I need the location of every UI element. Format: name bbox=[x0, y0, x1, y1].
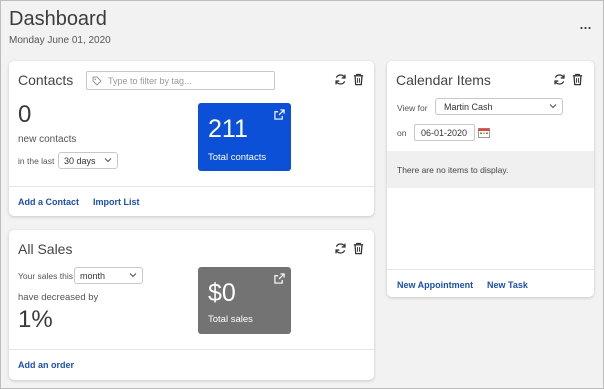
contacts-card: Contacts 0 new contacts in the last 30 d… bbox=[9, 61, 374, 216]
sales-trend-label: have decreased by bbox=[18, 292, 99, 303]
calendar-refresh-button[interactable] bbox=[553, 73, 566, 86]
sales-title: All Sales bbox=[18, 241, 73, 257]
page-title: Dashboard bbox=[9, 8, 107, 30]
trash-icon bbox=[353, 242, 364, 255]
refresh-icon bbox=[335, 243, 346, 254]
contacts-period-select[interactable]: 30 days bbox=[58, 152, 118, 169]
chevron-down-icon bbox=[549, 104, 557, 109]
contacts-title: Contacts bbox=[18, 72, 74, 88]
total-contacts-label: Total contacts bbox=[208, 152, 267, 163]
new-appointment-link[interactable]: New Appointment bbox=[397, 280, 473, 290]
contacts-period-value: 30 days bbox=[64, 155, 96, 166]
add-order-link[interactable]: Add an order bbox=[18, 360, 74, 370]
new-contacts-count: 0 bbox=[18, 101, 32, 128]
contacts-delete-button[interactable] bbox=[352, 73, 365, 86]
trash-icon bbox=[572, 73, 583, 86]
sales-refresh-button[interactable] bbox=[334, 242, 347, 255]
calendar-delete-button[interactable] bbox=[571, 73, 584, 86]
calendar-card: Calendar Items View for Martin Cash on 0… bbox=[387, 61, 594, 297]
sales-prefix-label: Your sales this bbox=[18, 271, 73, 281]
contacts-divider bbox=[9, 186, 374, 187]
sales-divider bbox=[9, 349, 374, 350]
sales-delete-button[interactable] bbox=[352, 242, 365, 255]
date-field[interactable]: 06-01-2020 bbox=[414, 124, 475, 141]
total-sales-label: Total sales bbox=[208, 314, 253, 325]
add-contact-link[interactable]: Add a Contact bbox=[18, 197, 79, 207]
chevron-down-icon bbox=[104, 158, 112, 163]
total-sales-tile[interactable]: $0 Total sales bbox=[198, 267, 291, 334]
tag-filter-field[interactable] bbox=[86, 71, 275, 90]
new-task-link[interactable]: New Task bbox=[487, 280, 528, 290]
view-for-select[interactable]: Martin Cash bbox=[435, 98, 563, 115]
calendar-title: Calendar Items bbox=[396, 72, 491, 88]
calendar-divider bbox=[387, 269, 594, 270]
import-list-link[interactable]: Import List bbox=[93, 197, 140, 207]
external-link-icon bbox=[274, 273, 285, 284]
contacts-refresh-button[interactable] bbox=[334, 73, 347, 86]
on-label: on bbox=[397, 128, 407, 138]
total-contacts-tile[interactable]: 211 Total contacts bbox=[198, 103, 291, 171]
sales-card: All Sales Your sales this month have dec… bbox=[9, 230, 374, 380]
calendar-empty-state: There are no items to display. bbox=[387, 151, 594, 188]
sales-period-select[interactable]: month bbox=[74, 267, 143, 284]
tag-icon bbox=[92, 76, 102, 86]
view-for-label: View for bbox=[397, 103, 428, 113]
sales-period-value: month bbox=[80, 270, 106, 281]
refresh-icon bbox=[554, 74, 565, 85]
tag-filter-input[interactable] bbox=[108, 75, 268, 86]
external-link-icon bbox=[274, 109, 285, 120]
view-for-value: Martin Cash bbox=[444, 101, 493, 112]
total-sales-value: $0 bbox=[208, 279, 236, 307]
page-date: Monday June 01, 2020 bbox=[9, 35, 111, 46]
refresh-icon bbox=[335, 74, 346, 85]
sales-percent: 1% bbox=[18, 306, 53, 333]
calendar-icon[interactable] bbox=[478, 128, 490, 138]
chevron-down-icon bbox=[129, 273, 137, 278]
trash-icon bbox=[353, 73, 364, 86]
total-contacts-value: 211 bbox=[208, 115, 248, 143]
more-options-button[interactable]: ... bbox=[579, 14, 592, 32]
new-contacts-label: new contacts bbox=[18, 134, 77, 145]
period-label: in the last bbox=[18, 156, 55, 166]
